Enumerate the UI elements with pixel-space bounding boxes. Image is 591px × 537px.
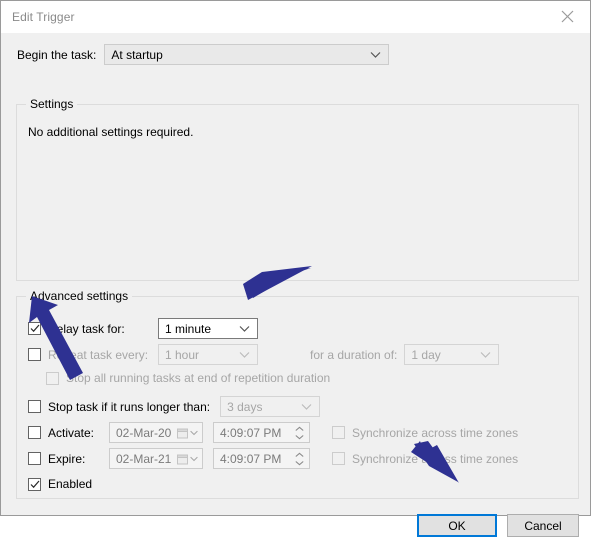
settings-no-additional-text: No additional settings required. bbox=[28, 125, 194, 139]
stop-task-dropdown: 3 days bbox=[220, 396, 321, 417]
checkmark-icon bbox=[30, 324, 39, 333]
activate-sync-timezones-label: Synchronize across time zones bbox=[352, 425, 519, 440]
stop-all-running-tasks-checkbox bbox=[46, 371, 59, 385]
spinner-up-icon bbox=[295, 452, 304, 457]
settings-groupbox: Settings No additional settings required… bbox=[16, 97, 579, 281]
settings-group-title: Settings bbox=[26, 97, 78, 111]
expire-label: Expire: bbox=[48, 451, 86, 466]
delay-task-row: Delay task for: 1 minute bbox=[28, 318, 258, 339]
chevron-down-icon bbox=[301, 403, 312, 410]
expire-time-value: 4:09:07 PM bbox=[220, 451, 282, 466]
repeat-duration-dropdown: 1 day bbox=[404, 344, 500, 365]
expire-time-field: 4:09:07 PM bbox=[213, 448, 310, 469]
time-spinner-icon[interactable] bbox=[293, 450, 306, 467]
activate-date-field: 02-Mar-20 bbox=[109, 422, 203, 443]
stop-all-running-tasks-row: Stop all running tasks at end of repetit… bbox=[46, 371, 330, 385]
activate-time-value: 4:09:07 PM bbox=[220, 425, 282, 440]
begin-task-label: Begin the task: bbox=[17, 47, 97, 62]
ok-button-label: OK bbox=[448, 518, 466, 533]
enabled-checkbox[interactable] bbox=[28, 477, 41, 491]
chevron-down-icon bbox=[370, 51, 381, 58]
chevron-down-icon bbox=[480, 351, 491, 358]
expire-date-field: 02-Mar-21 bbox=[109, 448, 203, 469]
enabled-label: Enabled bbox=[48, 477, 93, 491]
activate-row: Activate: 02-Mar-20 4:09:07 PM Synchroni… bbox=[28, 422, 518, 443]
activate-checkbox[interactable] bbox=[28, 426, 41, 439]
activate-label: Activate: bbox=[48, 425, 95, 440]
repeat-duration-label: for a duration of: bbox=[310, 347, 398, 362]
expire-checkbox[interactable] bbox=[28, 452, 41, 465]
chevron-down-icon bbox=[190, 456, 198, 461]
repeat-task-row: Repeat task every: 1 hour for a duration… bbox=[28, 344, 500, 365]
activate-date-value: 02-Mar-20 bbox=[116, 425, 172, 440]
repeat-task-value: 1 hour bbox=[165, 347, 200, 362]
delay-task-label: Delay task for: bbox=[48, 321, 125, 336]
stop-task-checkbox[interactable] bbox=[28, 400, 41, 413]
expire-sync-timezones-checkbox bbox=[332, 452, 345, 465]
cancel-button-label: Cancel bbox=[524, 518, 562, 533]
time-spinner-icon[interactable] bbox=[293, 424, 306, 441]
edit-trigger-dialog: Edit Trigger Begin the task: At startup … bbox=[0, 0, 591, 537]
close-icon[interactable] bbox=[545, 1, 590, 31]
delay-task-value: 1 minute bbox=[165, 321, 212, 336]
repeat-duration-value: 1 day bbox=[411, 347, 441, 362]
calendar-icon bbox=[177, 453, 198, 464]
calendar-icon bbox=[177, 427, 198, 438]
spinner-up-icon bbox=[295, 426, 304, 431]
advanced-settings-groupbox: Advanced settings Delay task for: 1 minu… bbox=[16, 289, 579, 499]
chevron-down-icon bbox=[239, 351, 250, 358]
stop-all-running-tasks-label: Stop all running tasks at end of repetit… bbox=[66, 371, 331, 385]
close-glyph bbox=[561, 10, 574, 22]
advanced-group-title: Advanced settings bbox=[26, 289, 133, 303]
repeat-task-checkbox[interactable] bbox=[28, 348, 41, 361]
window-title: Edit Trigger bbox=[12, 9, 75, 24]
spinner-down-icon bbox=[295, 460, 304, 465]
repeat-task-dropdown: 1 hour bbox=[158, 344, 258, 365]
dialog-body: Begin the task: At startup Settings No a… bbox=[1, 33, 590, 537]
stop-task-label: Stop task if it runs longer than: bbox=[48, 399, 211, 414]
cancel-button[interactable]: Cancel bbox=[507, 514, 579, 537]
expire-date-value: 02-Mar-21 bbox=[116, 451, 172, 466]
enabled-row: Enabled bbox=[28, 477, 92, 491]
chevron-down-icon bbox=[190, 430, 198, 435]
chevron-down-icon bbox=[239, 325, 250, 332]
activate-time-field: 4:09:07 PM bbox=[213, 422, 310, 443]
expire-sync-timezones-label: Synchronize across time zones bbox=[352, 451, 519, 466]
begin-task-dropdown[interactable]: At startup bbox=[104, 44, 390, 65]
checkmark-icon bbox=[30, 480, 39, 488]
expire-row: Expire: 02-Mar-21 4:09:07 PM Synchronize… bbox=[28, 448, 518, 469]
delay-task-checkbox[interactable] bbox=[28, 322, 41, 335]
spinner-down-icon bbox=[295, 434, 304, 439]
stop-task-row: Stop task if it runs longer than: 3 days bbox=[28, 396, 321, 417]
delay-task-dropdown[interactable]: 1 minute bbox=[158, 318, 258, 339]
title-bar: Edit Trigger bbox=[1, 1, 590, 33]
stop-task-value: 3 days bbox=[227, 399, 263, 414]
ok-button[interactable]: OK bbox=[417, 514, 497, 537]
begin-task-row: Begin the task: At startup bbox=[17, 44, 390, 65]
begin-task-value: At startup bbox=[111, 47, 163, 62]
activate-sync-timezones-checkbox bbox=[332, 426, 345, 439]
repeat-task-label: Repeat task every: bbox=[48, 347, 149, 362]
